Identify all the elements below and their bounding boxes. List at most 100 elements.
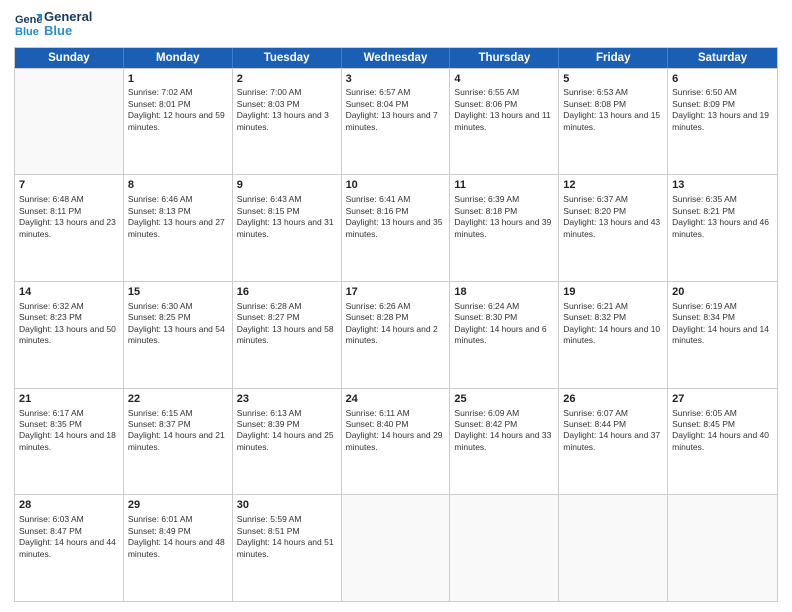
day-number: 17 xyxy=(346,285,446,300)
day-header-thursday: Thursday xyxy=(450,48,559,68)
day-number: 5 xyxy=(563,72,663,87)
empty-cell xyxy=(450,495,559,601)
day-info: Sunrise: 6:26 AMSunset: 8:28 PMDaylight:… xyxy=(346,301,446,347)
day-number: 12 xyxy=(563,178,663,193)
day-cell-24: 24Sunrise: 6:11 AMSunset: 8:40 PMDayligh… xyxy=(342,389,451,495)
day-number: 22 xyxy=(128,392,228,407)
day-number: 9 xyxy=(237,178,337,193)
day-cell-29: 29Sunrise: 6:01 AMSunset: 8:49 PMDayligh… xyxy=(124,495,233,601)
day-number: 19 xyxy=(563,285,663,300)
page: General Blue General Blue SundayMondayTu… xyxy=(0,0,792,612)
day-info: Sunrise: 7:02 AMSunset: 8:01 PMDaylight:… xyxy=(128,87,228,133)
week-row-5: 28Sunrise: 6:03 AMSunset: 8:47 PMDayligh… xyxy=(15,494,777,601)
logo-general: General xyxy=(44,10,92,24)
day-info: Sunrise: 6:39 AMSunset: 8:18 PMDaylight:… xyxy=(454,194,554,240)
day-cell-18: 18Sunrise: 6:24 AMSunset: 8:30 PMDayligh… xyxy=(450,282,559,388)
day-number: 8 xyxy=(128,178,228,193)
logo-blue: Blue xyxy=(44,24,92,38)
day-cell-3: 3Sunrise: 6:57 AMSunset: 8:04 PMDaylight… xyxy=(342,69,451,175)
day-cell-8: 8Sunrise: 6:46 AMSunset: 8:13 PMDaylight… xyxy=(124,175,233,281)
day-info: Sunrise: 6:17 AMSunset: 8:35 PMDaylight:… xyxy=(19,408,119,454)
day-info: Sunrise: 6:32 AMSunset: 8:23 PMDaylight:… xyxy=(19,301,119,347)
day-number: 16 xyxy=(237,285,337,300)
day-info: Sunrise: 6:19 AMSunset: 8:34 PMDaylight:… xyxy=(672,301,773,347)
day-cell-17: 17Sunrise: 6:26 AMSunset: 8:28 PMDayligh… xyxy=(342,282,451,388)
day-number: 7 xyxy=(19,178,119,193)
empty-cell xyxy=(342,495,451,601)
header: General Blue General Blue xyxy=(14,10,778,39)
day-info: Sunrise: 6:24 AMSunset: 8:30 PMDaylight:… xyxy=(454,301,554,347)
day-number: 14 xyxy=(19,285,119,300)
day-info: Sunrise: 6:57 AMSunset: 8:04 PMDaylight:… xyxy=(346,87,446,133)
week-row-3: 14Sunrise: 6:32 AMSunset: 8:23 PMDayligh… xyxy=(15,281,777,388)
day-info: Sunrise: 6:21 AMSunset: 8:32 PMDaylight:… xyxy=(563,301,663,347)
day-info: Sunrise: 7:00 AMSunset: 8:03 PMDaylight:… xyxy=(237,87,337,133)
day-info: Sunrise: 6:01 AMSunset: 8:49 PMDaylight:… xyxy=(128,514,228,560)
day-number: 18 xyxy=(454,285,554,300)
empty-cell xyxy=(559,495,668,601)
day-cell-5: 5Sunrise: 6:53 AMSunset: 8:08 PMDaylight… xyxy=(559,69,668,175)
day-info: Sunrise: 6:03 AMSunset: 8:47 PMDaylight:… xyxy=(19,514,119,560)
day-number: 2 xyxy=(237,72,337,87)
day-cell-22: 22Sunrise: 6:15 AMSunset: 8:37 PMDayligh… xyxy=(124,389,233,495)
day-number: 10 xyxy=(346,178,446,193)
day-cell-13: 13Sunrise: 6:35 AMSunset: 8:21 PMDayligh… xyxy=(668,175,777,281)
day-number: 23 xyxy=(237,392,337,407)
day-number: 1 xyxy=(128,72,228,87)
day-info: Sunrise: 6:43 AMSunset: 8:15 PMDaylight:… xyxy=(237,194,337,240)
day-header-saturday: Saturday xyxy=(668,48,777,68)
day-cell-14: 14Sunrise: 6:32 AMSunset: 8:23 PMDayligh… xyxy=(15,282,124,388)
day-number: 28 xyxy=(19,498,119,513)
day-cell-30: 30Sunrise: 5:59 AMSunset: 8:51 PMDayligh… xyxy=(233,495,342,601)
day-number: 20 xyxy=(672,285,773,300)
day-number: 24 xyxy=(346,392,446,407)
day-info: Sunrise: 6:05 AMSunset: 8:45 PMDaylight:… xyxy=(672,408,773,454)
day-number: 25 xyxy=(454,392,554,407)
empty-cell xyxy=(15,69,124,175)
day-number: 29 xyxy=(128,498,228,513)
day-cell-23: 23Sunrise: 6:13 AMSunset: 8:39 PMDayligh… xyxy=(233,389,342,495)
day-cell-6: 6Sunrise: 6:50 AMSunset: 8:09 PMDaylight… xyxy=(668,69,777,175)
day-cell-25: 25Sunrise: 6:09 AMSunset: 8:42 PMDayligh… xyxy=(450,389,559,495)
day-cell-16: 16Sunrise: 6:28 AMSunset: 8:27 PMDayligh… xyxy=(233,282,342,388)
day-header-monday: Monday xyxy=(124,48,233,68)
calendar: SundayMondayTuesdayWednesdayThursdayFrid… xyxy=(14,47,778,602)
day-cell-10: 10Sunrise: 6:41 AMSunset: 8:16 PMDayligh… xyxy=(342,175,451,281)
day-info: Sunrise: 6:41 AMSunset: 8:16 PMDaylight:… xyxy=(346,194,446,240)
day-number: 3 xyxy=(346,72,446,87)
day-info: Sunrise: 6:15 AMSunset: 8:37 PMDaylight:… xyxy=(128,408,228,454)
day-info: Sunrise: 6:30 AMSunset: 8:25 PMDaylight:… xyxy=(128,301,228,347)
day-cell-21: 21Sunrise: 6:17 AMSunset: 8:35 PMDayligh… xyxy=(15,389,124,495)
day-info: Sunrise: 6:28 AMSunset: 8:27 PMDaylight:… xyxy=(237,301,337,347)
day-cell-15: 15Sunrise: 6:30 AMSunset: 8:25 PMDayligh… xyxy=(124,282,233,388)
day-number: 15 xyxy=(128,285,228,300)
day-number: 26 xyxy=(563,392,663,407)
week-row-1: 1Sunrise: 7:02 AMSunset: 8:01 PMDaylight… xyxy=(15,68,777,175)
day-number: 6 xyxy=(672,72,773,87)
day-number: 4 xyxy=(454,72,554,87)
day-number: 11 xyxy=(454,178,554,193)
day-info: Sunrise: 6:35 AMSunset: 8:21 PMDaylight:… xyxy=(672,194,773,240)
day-info: Sunrise: 6:55 AMSunset: 8:06 PMDaylight:… xyxy=(454,87,554,133)
day-cell-12: 12Sunrise: 6:37 AMSunset: 8:20 PMDayligh… xyxy=(559,175,668,281)
day-info: Sunrise: 6:13 AMSunset: 8:39 PMDaylight:… xyxy=(237,408,337,454)
day-header-wednesday: Wednesday xyxy=(342,48,451,68)
day-cell-28: 28Sunrise: 6:03 AMSunset: 8:47 PMDayligh… xyxy=(15,495,124,601)
week-row-2: 7Sunrise: 6:48 AMSunset: 8:11 PMDaylight… xyxy=(15,174,777,281)
day-cell-11: 11Sunrise: 6:39 AMSunset: 8:18 PMDayligh… xyxy=(450,175,559,281)
logo-icon: General Blue xyxy=(14,10,42,38)
day-cell-4: 4Sunrise: 6:55 AMSunset: 8:06 PMDaylight… xyxy=(450,69,559,175)
day-number: 13 xyxy=(672,178,773,193)
empty-cell xyxy=(668,495,777,601)
calendar-header: SundayMondayTuesdayWednesdayThursdayFrid… xyxy=(15,48,777,68)
day-cell-7: 7Sunrise: 6:48 AMSunset: 8:11 PMDaylight… xyxy=(15,175,124,281)
day-cell-2: 2Sunrise: 7:00 AMSunset: 8:03 PMDaylight… xyxy=(233,69,342,175)
day-number: 21 xyxy=(19,392,119,407)
day-cell-20: 20Sunrise: 6:19 AMSunset: 8:34 PMDayligh… xyxy=(668,282,777,388)
day-info: Sunrise: 6:37 AMSunset: 8:20 PMDaylight:… xyxy=(563,194,663,240)
day-info: Sunrise: 6:46 AMSunset: 8:13 PMDaylight:… xyxy=(128,194,228,240)
day-number: 27 xyxy=(672,392,773,407)
day-info: Sunrise: 6:53 AMSunset: 8:08 PMDaylight:… xyxy=(563,87,663,133)
day-header-sunday: Sunday xyxy=(15,48,124,68)
day-info: Sunrise: 6:07 AMSunset: 8:44 PMDaylight:… xyxy=(563,408,663,454)
